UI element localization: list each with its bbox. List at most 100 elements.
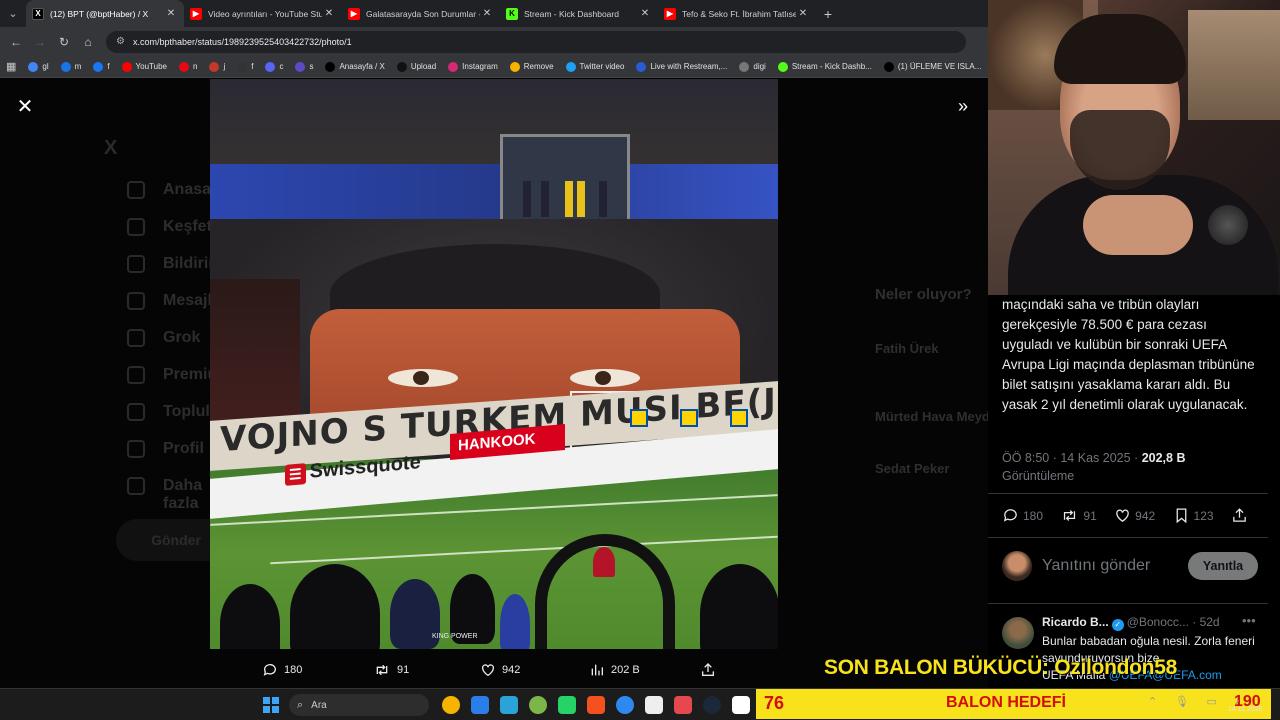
bookmark-favicon-icon: [396, 61, 407, 72]
close-tab-icon[interactable]: ✕: [480, 8, 494, 19]
site-settings-icon[interactable]: ⚙: [116, 36, 125, 47]
taskbar-app-icon[interactable]: [529, 696, 547, 714]
webcam-person-hands: [1083, 195, 1193, 255]
bookmark-item[interactable]: n: [178, 61, 197, 72]
repost-button[interactable]: 91: [1060, 507, 1097, 524]
background-nav-icon: [127, 292, 145, 310]
tab-x-bpt[interactable]: X (12) BPT (@bptHaber) / X ✕: [26, 0, 184, 27]
search-icon: ⌕: [297, 698, 304, 711]
background-nav-icon: [127, 477, 145, 495]
close-tab-icon[interactable]: ✕: [638, 8, 652, 19]
close-icon[interactable]: ✕: [14, 95, 36, 118]
reply-input[interactable]: Yanıtını gönder: [1042, 557, 1188, 575]
bookmark-item[interactable]: (1) ÜFLEME VE ISLA...: [883, 61, 982, 72]
background-nav-icon: [127, 329, 145, 347]
bookmark-favicon-icon: [509, 61, 520, 72]
taskbar-clock-date[interactable]: 14.11.2025: [1228, 706, 1263, 713]
background-nav-icon: [127, 440, 145, 458]
taskbar-app-icon[interactable]: [674, 696, 692, 714]
more-options-icon[interactable]: •••: [1242, 613, 1256, 628]
bookmark-favicon-icon: [93, 61, 104, 72]
address-bar-row: ← → ↻ ⌂ ⚙ x.com/bpthaber/status/19892395…: [0, 27, 988, 56]
back-arrow-icon[interactable]: ←: [4, 35, 28, 49]
home-icon[interactable]: ⌂: [76, 35, 100, 49]
bookmark-label: gl: [42, 62, 49, 71]
bookmark-item[interactable]: gl: [28, 61, 49, 72]
bookmark-item[interactable]: Stream - Kick Dashb...: [777, 61, 872, 72]
apps-grid-icon[interactable]: ▦: [6, 60, 16, 73]
reply-button[interactable]: 180: [1002, 507, 1043, 524]
bookmark-item[interactable]: Live with Restream,...: [636, 61, 727, 72]
bookmark-label: (1) ÜFLEME VE ISLA...: [897, 62, 982, 71]
chevron-up-icon[interactable]: ⌃: [1148, 695, 1157, 708]
taskbar-app-icon[interactable]: [616, 696, 634, 714]
taskbar-app-icon[interactable]: [703, 696, 721, 714]
like-button[interactable]: 942: [1114, 507, 1155, 524]
share-action[interactable]: [700, 662, 722, 678]
bookmark-item[interactable]: Upload: [396, 61, 436, 72]
tab-tefo-seko[interactable]: ▶ Tefo & Seko Ft. İbrahim Tatlıses ✕: [658, 0, 816, 27]
like-count: 942: [1135, 508, 1156, 523]
forward-arrow-icon[interactable]: →: [28, 35, 52, 49]
taskbar-app-icon[interactable]: [558, 696, 576, 714]
bookmark-favicon-icon: [325, 61, 336, 72]
bookmark-item[interactable]: f: [237, 61, 253, 72]
reload-icon[interactable]: ↻: [52, 35, 76, 49]
bookmark-item[interactable]: Instagram: [448, 61, 498, 72]
bookmark-item[interactable]: Twitter video: [565, 61, 624, 72]
close-tab-icon[interactable]: ✕: [796, 8, 810, 19]
bookmark-item[interactable]: Anasayfa / X: [325, 61, 385, 72]
windows-start-icon[interactable]: [263, 697, 279, 713]
bookmark-item[interactable]: digi: [739, 61, 766, 72]
tab-galatasaray[interactable]: ▶ Galatasarayda Son Durumlar - Y ✕: [342, 0, 500, 27]
repost-action[interactable]: 91: [373, 662, 480, 678]
bookmark-item[interactable]: j: [209, 61, 225, 72]
taskbar-app-icon[interactable]: [645, 696, 663, 714]
bookmark-item[interactable]: c: [265, 61, 283, 72]
bookmark-icon: [1176, 508, 1186, 524]
youtube-favicon-icon: ▶: [190, 7, 202, 20]
tweet-photo[interactable]: VOJNO S TURKEM MUSI BE(J)TI ☰ Swissquote …: [210, 79, 778, 649]
close-tab-icon[interactable]: ✕: [164, 8, 178, 19]
taskbar-app-icon[interactable]: [442, 696, 460, 714]
url-field[interactable]: ⚙ x.com/bpthaber/status/1989239525403422…: [106, 30, 966, 53]
share-icon: [701, 663, 714, 676]
heart-icon: [482, 664, 494, 677]
bookmark-item[interactable]: YouTube: [121, 61, 167, 72]
network-icon[interactable]: ▭: [1206, 695, 1216, 708]
tweet-timestamp[interactable]: ÖÖ 8:50 · 14 Kas 2025 ·: [1002, 451, 1138, 465]
background-nav-item: Keşfet: [163, 218, 212, 235]
bookmark-item[interactable]: Remove: [509, 61, 554, 72]
reply-author-name[interactable]: Ricardo B...: [1042, 615, 1109, 629]
bookmark-item[interactable]: s: [295, 61, 313, 72]
tab-search-icon[interactable]: ⌄: [0, 0, 26, 27]
bookmark-item[interactable]: f: [93, 61, 110, 72]
taskbar-app-icon[interactable]: [732, 696, 750, 714]
lidl-board: [730, 409, 748, 427]
tab-youtube-studio[interactable]: ▶ Video ayrıntıları - YouTube Stud ✕: [184, 0, 342, 27]
reply-action[interactable]: 180: [262, 662, 373, 678]
tab-kick-dashboard[interactable]: K Stream - Kick Dashboard ✕: [500, 0, 658, 27]
bookmark-favicon-icon: [636, 61, 647, 72]
microphone-tray-icon[interactable]: 🎙︎: [1175, 695, 1189, 708]
taskbar-search-field[interactable]: ⌕ Ara: [289, 694, 429, 716]
share-button[interactable]: [1231, 507, 1252, 524]
expand-panel-icon[interactable]: »: [952, 95, 974, 117]
kick-favicon-icon: K: [506, 7, 518, 20]
bookmark-label: Instagram: [462, 62, 498, 71]
new-tab-plus-icon[interactable]: +: [816, 6, 840, 22]
views-count: 202 B: [611, 664, 640, 676]
close-tab-icon[interactable]: ✕: [322, 8, 336, 19]
like-action[interactable]: 942: [480, 662, 589, 678]
tab-title: Stream - Kick Dashboard: [524, 8, 619, 19]
taskbar-app-icon[interactable]: [500, 696, 518, 714]
repost-count: 91: [1083, 508, 1097, 523]
bookmark-favicon-icon: [178, 61, 189, 72]
views-action[interactable]: 202 B: [589, 662, 700, 678]
taskbar-app-icon[interactable]: [471, 696, 489, 714]
bookmark-item[interactable]: m: [60, 61, 81, 72]
reply-submit-button[interactable]: Yanıtla: [1188, 552, 1258, 580]
taskbar-app-icon[interactable]: [587, 696, 605, 714]
reply-handle[interactable]: @Bonocc...: [1127, 615, 1189, 629]
bookmark-button[interactable]: 123: [1173, 507, 1214, 524]
